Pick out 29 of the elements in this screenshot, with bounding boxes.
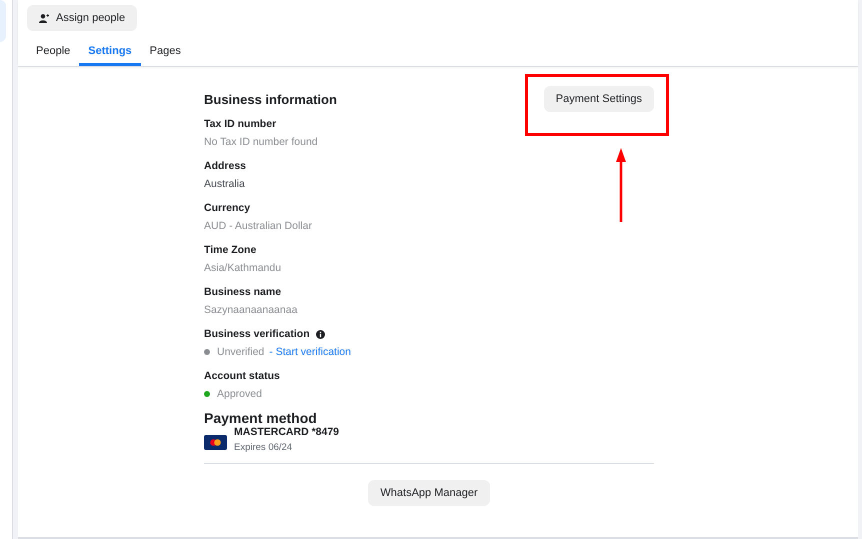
sidebar-item[interactable]	[0, 0, 6, 42]
whatsapp-manager-button[interactable]: WhatsApp Manager	[368, 480, 490, 506]
field-value: Australia	[204, 178, 246, 190]
field-label: Currency	[204, 202, 252, 214]
card-expiry: Expires 06/24	[234, 442, 294, 453]
payment-method-title: Payment method	[204, 410, 318, 426]
tab[interactable]: Pages	[140, 42, 190, 66]
field-value: Asia/Kathmandu	[204, 262, 282, 274]
tab[interactable]: Settings	[79, 42, 141, 66]
start-verification-link[interactable]: - Start verification	[269, 346, 351, 358]
field-label: Time Zone	[204, 244, 258, 256]
field-value: Sazynaanaanaanaa	[204, 304, 298, 316]
status-text: Unverified	[217, 346, 264, 358]
tab[interactable]: People	[27, 42, 80, 66]
card-name: MASTERCARD *8479	[234, 426, 340, 438]
field-label: Address	[204, 160, 248, 172]
field-value: AUD - Australian Dollar	[204, 220, 313, 232]
field-label: Account status	[204, 370, 280, 382]
field-label: Business verification	[204, 328, 310, 340]
field-label: Business name	[204, 286, 282, 298]
field-label: Tax ID number	[204, 118, 278, 130]
payment-settings-button[interactable]: Payment Settings	[544, 86, 654, 112]
field-value: No Tax ID number found	[204, 136, 319, 148]
info-icon	[316, 330, 325, 338]
section-title: Business information	[204, 92, 337, 107]
status-text: Approved	[217, 388, 262, 400]
assign-people-button[interactable]: Assign people	[27, 5, 138, 31]
person-add-icon	[39, 14, 49, 22]
card-icon	[204, 435, 227, 450]
